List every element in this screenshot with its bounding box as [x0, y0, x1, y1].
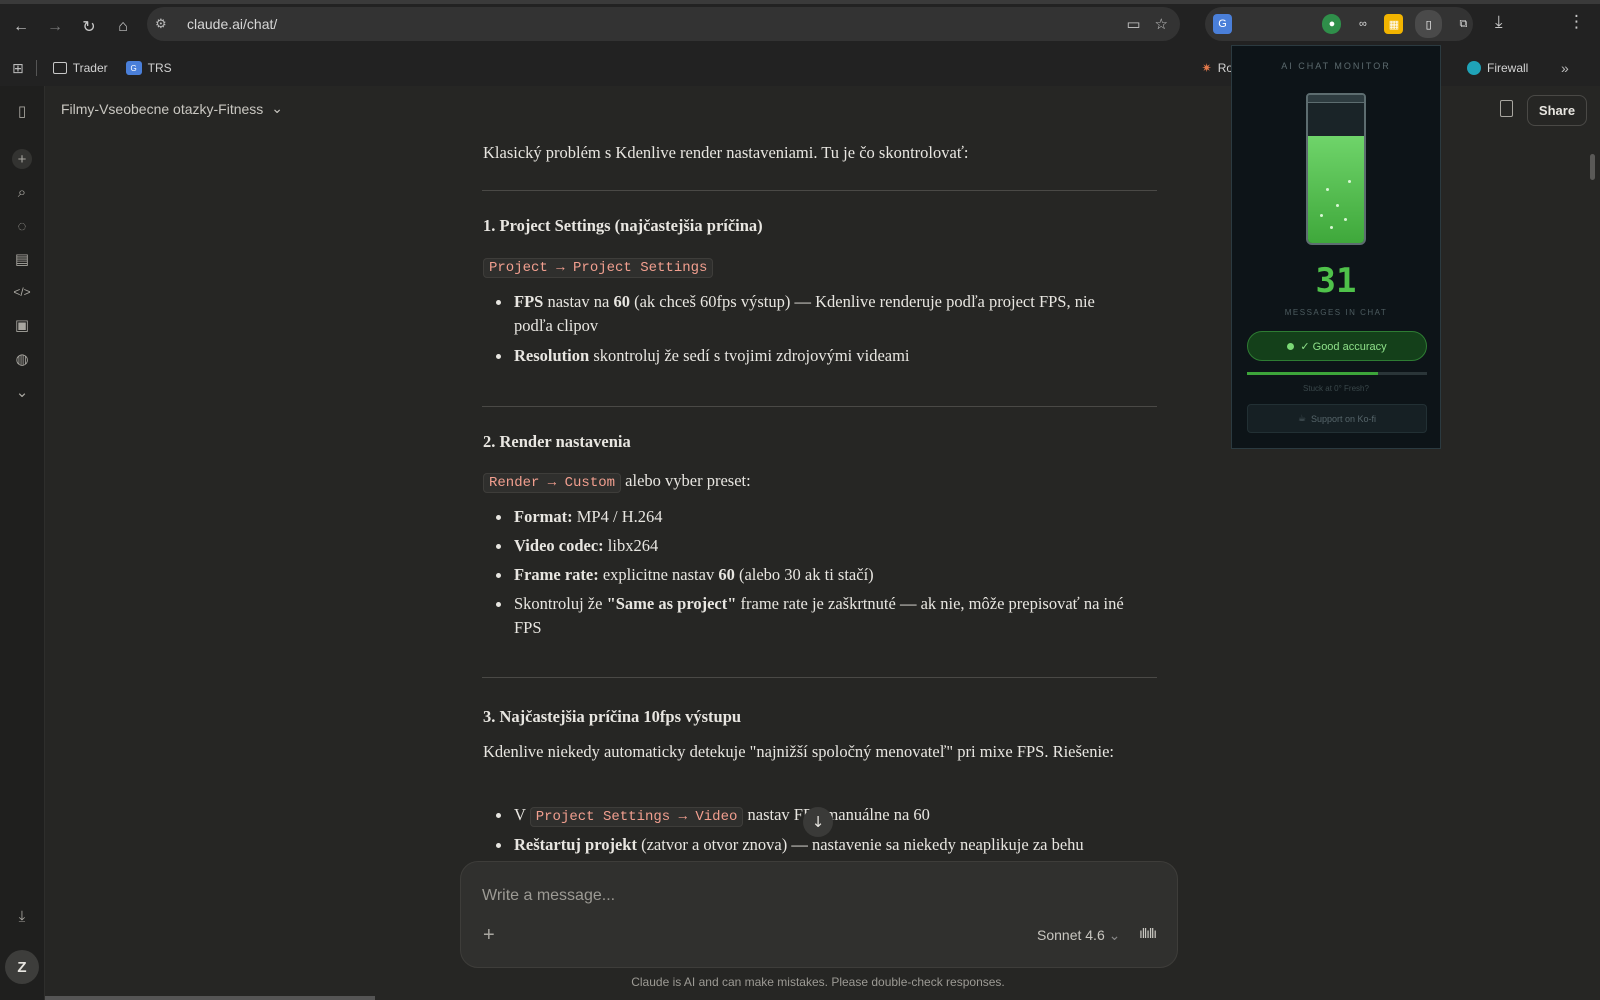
support-kofi-button[interactable]: ☕ Support on Ko-fi: [1247, 404, 1427, 433]
message-count: 31: [1315, 261, 1357, 301]
ai-chat-monitor-popup: AI CHAT MONITOR 31 MESSAGES IN CHAT ✓ Go…: [1231, 45, 1441, 449]
glass-gauge: [1306, 93, 1366, 245]
app-sidebar: ▯ + ⌕ ◌ ▤ </> ▣ ◍ ⌄ ⤓ Z: [0, 86, 45, 1000]
apps-grid-icon[interactable]: ⊞: [12, 60, 24, 77]
more-bookmarks-icon[interactable]: »: [1561, 60, 1569, 76]
inline-code: Project → Project Settings: [483, 258, 714, 278]
chevron-down-icon: ⌄: [1108, 927, 1121, 943]
section-intro: Kdenlive niekedy automaticky detekuje "n…: [483, 742, 1114, 761]
message-composer: Write a message... + Sonnet 4.6 ⌄ ıllıll…: [460, 861, 1178, 968]
section-heading: 3. Najčastejšia príčina 10fps výstupu: [483, 707, 742, 726]
address-bar[interactable]: ⚙ claude.ai/chat/ ▭ ☆: [147, 7, 1180, 41]
disclaimer-text: Claude is AI and can make mistakes. Plea…: [631, 975, 1005, 989]
sidebar-toggle-icon[interactable]: ▯: [12, 101, 32, 121]
chevron-down-icon[interactable]: ⌄: [12, 382, 32, 402]
briefcase-icon[interactable]: ▣: [12, 315, 32, 335]
new-chat-icon[interactable]: +: [12, 149, 32, 169]
grid-extension-icon[interactable]: ▦: [1384, 14, 1404, 34]
message-intro: Klasický problém s Kdenlive render nasta…: [483, 143, 969, 162]
list-item: Format: MP4 / H.264: [496, 505, 1134, 529]
bookmark-star-icon[interactable]: ☆: [1155, 15, 1168, 33]
message-input[interactable]: Write a message...: [482, 887, 615, 905]
divider: [482, 677, 1157, 678]
list-item: Frame rate: explicitne nastav 60 (alebo …: [496, 563, 1134, 587]
projects-icon[interactable]: ▤: [12, 249, 32, 269]
chat-title[interactable]: Filmy-Vseobecne otazky-Fitness ⌄: [61, 100, 283, 117]
scroll-to-bottom-button[interactable]: ↓: [803, 807, 833, 837]
download-app-icon[interactable]: ⤓: [12, 906, 32, 926]
search-icon[interactable]: ⌕: [12, 182, 32, 202]
glass-liquid: [1308, 136, 1364, 243]
firewall-icon: [1467, 61, 1481, 75]
status-dot-icon: [1287, 342, 1295, 350]
translate-extension-icon[interactable]: G: [1213, 14, 1232, 34]
chevron-down-icon: ⌄: [271, 100, 284, 116]
sparkle-icon: ✷: [1201, 61, 1212, 75]
section-heading: 1. Project Settings (najčastejšia príčin…: [483, 216, 763, 235]
document-icon[interactable]: [1500, 100, 1513, 117]
reload-icon[interactable]: ↻: [72, 10, 106, 44]
inline-code: Render → Custom: [483, 473, 622, 493]
horizontal-scrollbar[interactable]: [45, 996, 375, 1000]
extensions-bar: G ● ∞ ▦ ▯ ⧉: [1205, 7, 1473, 41]
folder-icon: [52, 62, 67, 74]
chats-icon[interactable]: ◌: [12, 216, 32, 236]
home-icon[interactable]: ⌂: [106, 10, 140, 44]
url-text[interactable]: claude.ai/chat/: [187, 16, 277, 32]
stuck-hint-text: Stuck at 0° Fresh?: [1303, 384, 1369, 393]
divider: [482, 190, 1157, 191]
chat-extension-icon[interactable]: ●: [1322, 14, 1342, 34]
divider: [482, 406, 1157, 407]
add-attachment-icon[interactable]: +: [483, 924, 495, 947]
inline-code: Project Settings → Video: [529, 807, 744, 827]
translate-icon: G: [125, 61, 142, 75]
section-heading: 2. Render nastavenia: [483, 432, 631, 451]
forward-icon[interactable]: →: [38, 10, 72, 44]
accuracy-status-badge: ✓ Good accuracy: [1247, 331, 1427, 361]
chat-title-text: Filmy-Vseobecne otazky-Fitness: [61, 100, 264, 117]
scrollbar[interactable]: [1590, 154, 1595, 180]
download-icon[interactable]: ⤓: [1495, 12, 1503, 32]
site-settings-icon[interactable]: ⚙: [155, 16, 177, 32]
popup-title: AI CHAT MONITOR: [1281, 61, 1391, 71]
install-app-icon[interactable]: ▭: [1126, 15, 1140, 33]
list-item: Reštartuj projekt (zatvor a otvor znova)…: [496, 833, 1134, 857]
share-button[interactable]: Share: [1527, 95, 1587, 126]
list-item: Skontroluj že "Same as project" frame ra…: [496, 592, 1134, 640]
extensions-puzzle-icon[interactable]: ⧉: [1454, 14, 1473, 34]
bookmark-trs[interactable]: G TRS: [125, 61, 172, 75]
bookmark-firewall[interactable]: Firewall: [1467, 61, 1528, 75]
palette-icon[interactable]: ◍: [12, 349, 32, 369]
message-count-label: MESSAGES IN CHAT: [1284, 308, 1388, 317]
browser-menu-icon[interactable]: ⋮: [1568, 12, 1585, 32]
coffee-icon: ☕: [1297, 413, 1307, 423]
voice-mode-icon[interactable]: ıllıllı: [1139, 925, 1157, 941]
ai-chat-monitor-extension-icon[interactable]: ▯: [1415, 10, 1442, 38]
model-selector[interactable]: Sonnet 4.6 ⌄: [1037, 927, 1120, 944]
list-item: FPS nastav na 60 (ak chceš 60fps výstup)…: [496, 290, 1134, 338]
code-icon[interactable]: </>: [12, 282, 32, 302]
accuracy-progress: [1247, 372, 1427, 375]
back-icon[interactable]: ←: [4, 10, 38, 44]
list-item: Resolution skontroluj že sedí s tvojimi …: [496, 344, 1134, 368]
glasses-extension-icon[interactable]: ∞: [1353, 14, 1372, 34]
list-item: Video codec: libx264: [496, 534, 1134, 558]
bookmark-trader[interactable]: Trader: [52, 61, 108, 75]
